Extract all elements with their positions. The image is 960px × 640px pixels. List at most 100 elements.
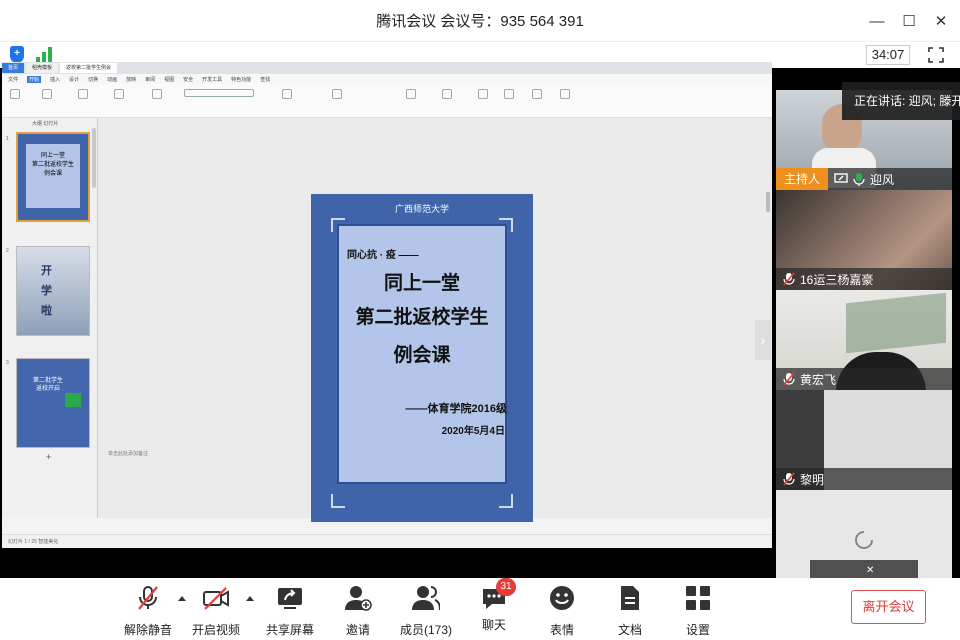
layout-icon[interactable] [152, 89, 162, 99]
menu-design[interactable]: 设计 [69, 76, 79, 83]
wps-tab-home[interactable]: 首页 [2, 63, 25, 73]
microphone-on-icon [853, 173, 865, 186]
start-video-button[interactable]: 开启视频 [184, 584, 248, 637]
video-options-caret-icon[interactable] [246, 596, 254, 601]
unmute-label: 解除静音 [123, 623, 172, 637]
network-signal-icon[interactable] [36, 46, 54, 63]
microphone-muted-icon [783, 272, 795, 286]
replace-icon[interactable] [532, 89, 542, 99]
settings-label: 设置 [685, 623, 710, 637]
chat-button[interactable]: 31 聊天 [462, 578, 526, 636]
slide-thumbnail-3[interactable]: 第二批学生 返校开启 [16, 358, 90, 448]
fullscreen-icon[interactable] [926, 45, 946, 65]
document-icon [621, 586, 639, 610]
format-painter-icon[interactable] [78, 89, 88, 99]
menu-file[interactable]: 文件 [8, 76, 18, 83]
slide-title-line1: 同上一堂 [383, 273, 460, 294]
participant-tile[interactable]: 16运三杨嘉豪 [776, 190, 952, 290]
cut-icon[interactable] [42, 89, 52, 99]
menu-animation[interactable]: 动画 [107, 76, 117, 83]
reactions-label: 表情 [549, 623, 574, 637]
canvas-scrollbar[interactable] [766, 192, 770, 212]
menu-view[interactable]: 视图 [164, 76, 174, 83]
menu-security[interactable]: 安全 [183, 76, 193, 83]
menu-insert[interactable]: 插入 [50, 76, 60, 83]
chat-unread-badge: 31 [496, 578, 516, 596]
add-person-icon [345, 586, 372, 611]
picture-icon[interactable] [504, 89, 514, 99]
menu-find[interactable]: 查找 [260, 76, 270, 83]
members-icon [412, 586, 441, 611]
chat-label: 聊天 [481, 618, 506, 632]
window-controls: — ☐ ✕ [866, 0, 952, 42]
title-bar: 腾讯会议 会议号：935 564 391 — ☐ ✕ [0, 0, 960, 42]
paragraph-icon[interactable] [332, 89, 342, 99]
slide-title-line2: 第二批返校学生 [355, 307, 489, 328]
slideshow-icon[interactable] [560, 89, 570, 99]
slide-tagline: 同心抗 · 疫 —— [347, 250, 419, 261]
participant-name: 迎风 [870, 172, 895, 187]
font-select[interactable] [184, 89, 254, 97]
share-screen-label: 共享屏幕 [265, 623, 314, 637]
paste-icon[interactable] [10, 89, 20, 99]
members-button[interactable]: 成员(173) [394, 584, 458, 637]
members-label: 成员(173) [399, 623, 452, 637]
participant-name: 16运三杨嘉豪 [800, 272, 874, 287]
add-slide-button[interactable]: + [46, 452, 51, 462]
microphone-muted-icon [783, 472, 795, 486]
loading-spinner-icon [855, 531, 873, 549]
collapse-icon[interactable]: ✕ [866, 565, 874, 576]
menu-devtools[interactable]: 开发工具 [202, 76, 222, 83]
meeting-toolbar: 解除静音 开启视频 共享屏幕 邀请 成员(173) 31 聊天 表情 文档 设置… [0, 578, 960, 640]
wps-menu-bar: 文件 开始 插入 设计 切换 动画 放映 审阅 视图 安全 开发工具 特色功能 … [2, 74, 772, 84]
participant-name: 黄宏飞 [800, 372, 837, 387]
meeting-title: 腾讯会议 会议号：935 564 391 [376, 13, 584, 30]
maximize-icon[interactable]: ☐ [898, 10, 920, 32]
microphone-muted-icon [783, 372, 795, 386]
share-screen-icon [278, 588, 302, 609]
settings-button[interactable]: 设置 [666, 584, 730, 637]
menu-transition[interactable]: 切换 [88, 76, 98, 83]
menu-slideshow[interactable]: 放映 [126, 76, 136, 83]
reactions-button[interactable]: 表情 [530, 584, 594, 637]
new-slide-icon[interactable] [114, 89, 124, 99]
wps-tab-templates[interactable]: 稻壳模板 [26, 63, 59, 73]
screen-share-icon [834, 173, 848, 183]
menu-features[interactable]: 特色功能 [231, 76, 251, 83]
slide-date: 2020年5月4日 [441, 426, 505, 437]
minimize-icon[interactable]: — [866, 10, 888, 32]
slide-signature: ——体育学院2016级 [405, 403, 507, 415]
documents-button[interactable]: 文档 [598, 584, 662, 637]
microphone-muted-icon [138, 586, 158, 610]
slide-thumbnail-1[interactable]: 同上一堂 第二批返校学生 例会课 [16, 132, 90, 222]
security-shield-icon[interactable]: + [10, 46, 24, 63]
menu-start[interactable]: 开始 [27, 75, 42, 83]
share-screen-button[interactable]: 共享屏幕 [258, 584, 322, 637]
invite-label: 邀请 [345, 623, 370, 637]
slide-title-line3: 例会课 [393, 345, 451, 366]
unmute-button[interactable]: 解除静音 [116, 584, 180, 637]
participant-tile[interactable]: ✕ [776, 490, 952, 578]
university-logo: 广西师范大学 [394, 205, 449, 215]
textbox-icon[interactable] [478, 89, 488, 99]
participant-tile[interactable]: 黎明 [776, 390, 952, 490]
documents-label: 文档 [617, 623, 642, 637]
shape-icon[interactable] [406, 89, 416, 99]
participant-name: 黎明 [800, 472, 825, 487]
start-video-label: 开启视频 [191, 623, 240, 637]
slide-thumbnail-2[interactable]: 开 学 啦 [16, 246, 90, 336]
participant-tile[interactable]: 黄宏飞 [776, 290, 952, 390]
current-slide: 广西师范大学 同心抗 · 疫 —— 同上一堂 第二批返校学生 例会课 ——体育学… [311, 194, 533, 522]
thumbnail-scrollbar[interactable] [92, 128, 96, 188]
arrange-icon[interactable] [442, 89, 452, 99]
align-icon[interactable] [282, 89, 292, 99]
settings-grid-icon [686, 586, 710, 610]
illustration-icon [65, 393, 81, 407]
invite-button[interactable]: 邀请 [326, 584, 390, 637]
leave-meeting-button[interactable]: 离开会议 [851, 590, 926, 624]
next-page-arrow-icon[interactable]: › [755, 320, 771, 360]
thumbnail-pane-header[interactable]: 大纲 幻灯片 [2, 118, 97, 129]
close-icon[interactable]: ✕ [930, 10, 952, 32]
menu-review[interactable]: 审阅 [145, 76, 155, 83]
wps-tab-document[interactable]: 返校第二批学生例会 [60, 63, 118, 73]
